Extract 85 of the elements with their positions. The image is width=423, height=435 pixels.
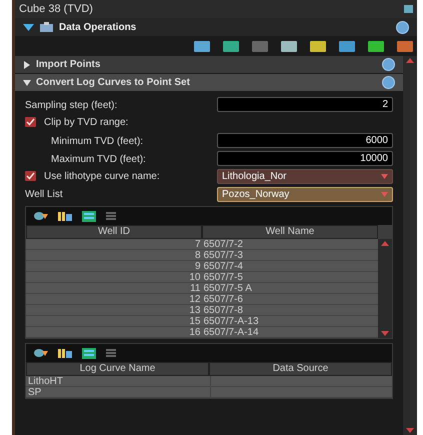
table-cell-text: 16 <box>188 327 202 337</box>
filter-icon[interactable] <box>34 211 48 221</box>
table-cell-text: 10 <box>188 272 202 282</box>
table-row[interactable]: 12 6507/7-6 <box>26 294 378 305</box>
table-row[interactable]: 16 6507/7-A-14 <box>26 327 378 338</box>
toolbar-tool-icon[interactable] <box>397 40 413 52</box>
table-cell-text: 6507/7-A-14 <box>204 327 260 337</box>
column-header[interactable]: Log Curve Name <box>26 362 209 376</box>
number-field[interactable]: 10000 <box>217 150 393 166</box>
table-cell-text: 12 <box>188 294 202 304</box>
table-cell-text: 9 <box>194 261 202 271</box>
section-title: Convert Log Curves to Point Set <box>36 76 191 90</box>
table-row[interactable]: 11 6507/7-5 A <box>26 283 378 294</box>
number-field[interactable]: 6000 <box>217 132 393 148</box>
table-row[interactable]: 9 6507/7-4 <box>26 261 378 272</box>
scroll-up-icon[interactable] <box>381 241 389 246</box>
column-header[interactable]: Data Source <box>209 362 392 376</box>
toolbar-tool-icon[interactable] <box>339 40 355 52</box>
list-icon[interactable] <box>82 210 96 222</box>
window-title: Cube 38 (TVD) <box>19 2 93 17</box>
field-label: Sampling step (feet): <box>25 100 118 111</box>
table-row[interactable]: 8 6507/7-3 <box>26 250 378 261</box>
section-header[interactable]: Import Points <box>15 56 403 73</box>
field-label: Minimum TVD (feet): <box>51 136 144 147</box>
field-label: Well List <box>25 188 63 202</box>
panel-header[interactable]: Data Operations <box>15 18 417 36</box>
table-cell-text: 6507/7-3 <box>204 250 244 260</box>
checkbox[interactable] <box>25 117 36 127</box>
table-cell-text: 6507/7-6 <box>204 294 244 304</box>
column-header[interactable]: Well ID <box>26 225 202 239</box>
number-field[interactable]: 2 <box>217 96 393 112</box>
dropdown[interactable]: Pozos_Norway <box>217 186 393 202</box>
scrollbar[interactable] <box>403 56 417 435</box>
menu-icon[interactable] <box>106 349 116 357</box>
toolbar-tool-icon[interactable] <box>281 40 297 52</box>
field-label: Maximum TVD (feet): <box>51 154 146 165</box>
help-icon[interactable] <box>396 20 409 34</box>
toolbar-tool-icon[interactable] <box>310 40 326 52</box>
collapsed-triangle-icon[interactable] <box>23 60 31 68</box>
table-row[interactable]: 15 6507/7-A-13 <box>26 316 378 327</box>
toolbar-tool-icon[interactable] <box>223 40 239 52</box>
column-header[interactable]: Well Name <box>202 225 378 239</box>
field-label: Use lithotype curve name: <box>44 170 160 184</box>
table-cell-text: 6507/7-2 <box>204 239 244 249</box>
section-header[interactable]: Convert Log Curves to Point Set <box>15 74 403 91</box>
table-row[interactable]: 7 6507/7-2 <box>26 239 378 250</box>
table-cell-text: 8 <box>194 250 202 260</box>
table-cell-text: 13 <box>188 305 202 315</box>
caret-icon <box>381 174 388 178</box>
table-cell-text: SP <box>27 387 42 397</box>
scrollbar[interactable] <box>378 239 392 338</box>
toolbar-tool-icon[interactable] <box>194 40 210 52</box>
table-row[interactable]: 10 6507/7-5 <box>26 272 378 283</box>
table-cell-text: 7 <box>194 239 202 249</box>
table-cell-text: 6507/7-4 <box>204 261 244 271</box>
toolbox-icon <box>40 22 53 32</box>
panel-title: Data Operations <box>59 20 138 34</box>
section-title: Import Points <box>36 58 102 72</box>
menu-icon[interactable] <box>106 212 116 220</box>
checkbox[interactable] <box>25 171 36 181</box>
table-cell-text: 6507/7-8 <box>204 305 244 315</box>
list-icon[interactable] <box>82 348 96 358</box>
columns-icon[interactable] <box>58 348 72 358</box>
table-cell-text: 15 <box>188 316 202 326</box>
help-icon[interactable] <box>382 76 395 89</box>
table-row[interactable]: LithoHT <box>26 376 392 387</box>
caret-icon <box>381 192 388 196</box>
table-cell-text: 6507/7-A-13 <box>204 316 260 326</box>
scroll-up-icon[interactable] <box>406 58 414 63</box>
table-cell-text: 6507/7-5 A <box>204 283 253 293</box>
scroll-down-icon[interactable] <box>381 331 389 336</box>
filter-icon[interactable] <box>34 348 48 358</box>
table-cell-text: 6507/7-5 <box>204 272 244 282</box>
table-cell-text: 11 <box>189 283 202 293</box>
dropdown[interactable]: Lithologia_Nor <box>217 168 393 184</box>
field-label: Clip by TVD range: <box>44 116 128 130</box>
table-cell-text: LithoHT <box>27 376 64 386</box>
toolbar-tool-icon[interactable] <box>368 40 384 52</box>
help-icon[interactable] <box>382 58 395 71</box>
expanded-triangle-icon[interactable] <box>23 78 31 86</box>
table-row[interactable]: 13 6507/7-8 <box>26 305 378 316</box>
expanded-chevron-icon[interactable] <box>23 24 34 30</box>
scroll-down-icon[interactable] <box>406 428 414 433</box>
table-row[interactable]: SP <box>26 387 392 398</box>
columns-icon[interactable] <box>58 211 72 221</box>
